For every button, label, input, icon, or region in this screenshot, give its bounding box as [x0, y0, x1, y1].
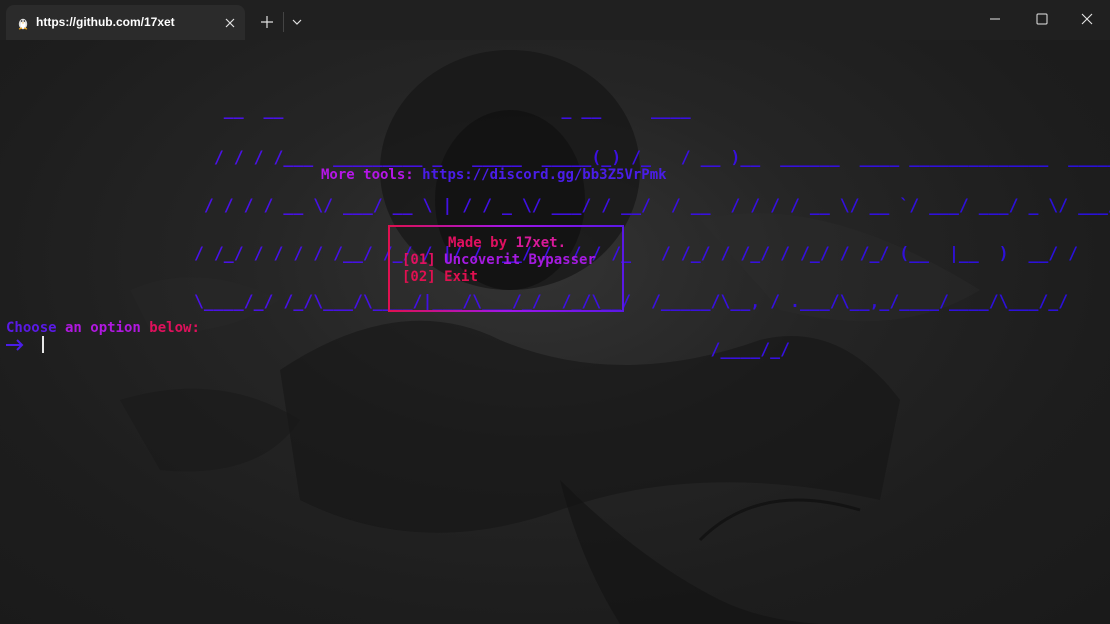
close-window-icon[interactable] [1064, 0, 1110, 38]
option-2-label: Exit [444, 269, 478, 285]
ascii-line: /____/_/ [194, 340, 1110, 359]
discord-link[interactable]: https://discord.gg/bb3Z5VrPmk [422, 167, 666, 183]
minimize-icon[interactable] [972, 0, 1018, 38]
new-tab-icon[interactable] [258, 13, 276, 31]
ascii-line: / / / /___ _________ _ _____ _____(_) /_… [194, 148, 1110, 167]
an-option-words: an option [56, 320, 150, 336]
maximize-icon[interactable] [1018, 0, 1064, 38]
ascii-line: \____/_/ /_/\___/\____/|___/\___/_/ /_/\… [194, 292, 1110, 311]
option-1-label: Uncoverit Bypasser [444, 252, 596, 268]
linux-penguin-icon [18, 18, 28, 30]
more-tools-label: More tools: [321, 167, 414, 183]
text-cursor[interactable] [42, 336, 44, 353]
made-by-prefix: Made by [448, 235, 516, 251]
more-tools-line: More tools: https://discord.gg/bb3Z5VrPm… [321, 167, 667, 183]
chevron-down-icon[interactable] [289, 15, 305, 29]
option-1-index: [01] [402, 252, 436, 268]
tab-title: https://github.com/17xet [36, 15, 175, 29]
close-tab-icon[interactable] [222, 15, 238, 31]
ascii-line: / /_/ / / / / /__/ /_/ / |/ / __/ / / / … [194, 244, 1110, 263]
terminal-pane[interactable]: __ __ _ __ ____ / / / /___ _________ _ _… [0, 40, 1110, 624]
author-name: 17xet. [515, 235, 567, 251]
ascii-banner: __ __ _ __ ____ / / / /___ _________ _ _… [194, 70, 1110, 390]
menu-option-1: [01] Uncoverit Bypasser [402, 252, 596, 268]
tab-active[interactable]: https://github.com/17xet [6, 5, 245, 40]
menu-option-2: [02] Exit [402, 269, 478, 285]
ascii-line: / / / / __ \/ ___/ __ \ | / / _ \/ ___/ … [194, 196, 1110, 215]
below-word: below: [149, 320, 200, 336]
menu-box: Made by 17xet. [01] Uncoverit Bypasser [… [388, 225, 624, 312]
made-by-line: Made by 17xet. [448, 235, 566, 251]
arrow-right-icon [6, 339, 24, 351]
tab-separator [283, 12, 284, 32]
choose-word: Choose [6, 320, 57, 336]
title-bar: https://github.com/17xet [0, 0, 1110, 40]
ascii-line: __ __ _ __ ____ [194, 100, 1049, 119]
choose-prompt: Choose an option below: [6, 320, 200, 336]
option-2-index: [02] [402, 269, 436, 285]
